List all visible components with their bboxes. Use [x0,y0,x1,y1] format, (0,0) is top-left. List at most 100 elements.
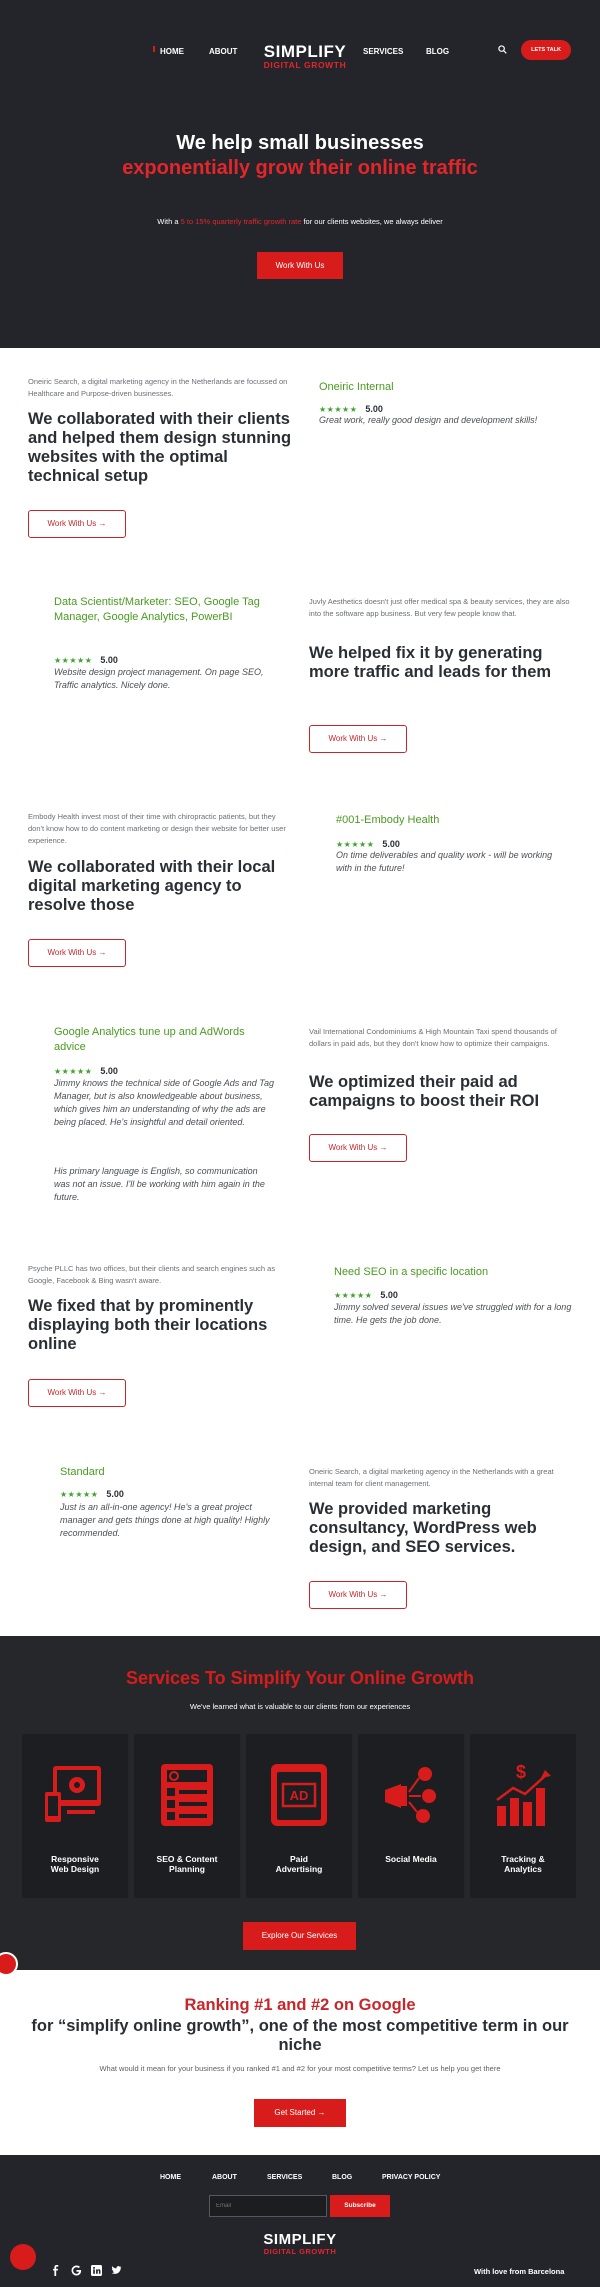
search-icon[interactable] [498,45,507,54]
service-label-line2: Planning [169,1864,205,1874]
footer-link-privacy[interactable]: PRIVACY POLICY [382,2174,440,2181]
review-title: Standard [60,1466,105,1478]
service-card-web-design[interactable]: Responsive Web Design [22,1734,128,1898]
footer-link-home[interactable]: HOME [160,2174,181,2181]
responsive-design-icon [45,1766,101,1822]
facebook-icon[interactable] [50,2265,61,2276]
explore-services-button[interactable]: Explore Our Services [243,1922,356,1950]
rating-score: 5.00 [100,1066,118,1076]
review-text: Website design project management. On pa… [54,667,264,690]
rating-score: 5.00 [100,655,118,665]
lets-talk-button[interactable]: LETS TALK [521,40,571,60]
star-icons: ★★★★★ [54,656,93,665]
subscribe-button[interactable]: Subscribe [330,2195,390,2217]
footer-brand-logo[interactable]: SIMPLIFY DIGITAL GROWTH [258,2232,342,2257]
brand-logo[interactable]: SIMPLIFY DIGITAL GROWTH [258,43,352,71]
linkedin-icon[interactable] [91,2265,102,2276]
footer-tagline: With love from Barcelona [474,2267,565,2276]
rating-score: 5.00 [380,1290,398,1300]
service-label-line1: SEO & Content [156,1854,218,1864]
hero-subtitle: With a 5 to 15% quarterly traffic growth… [80,217,520,226]
star-icons: ★★★★★ [319,405,358,414]
ad-icon-text: AD [290,1788,309,1803]
review-text: On time deliverables and quality work - … [336,850,553,873]
review-title: #001-Embody Health [336,814,440,826]
nav-home[interactable]: HOME [160,47,184,56]
footer-link-services[interactable]: SERVICES [267,2174,302,2181]
review-text: Jimmy knows the technical side of Google… [54,1078,274,1127]
accessibility-badge-icon[interactable] [0,1952,18,1976]
review-rating: ★★★★★ 5.00 [54,650,118,665]
service-card-social-media[interactable]: Social Media [358,1734,464,1898]
rating-score: 5.00 [382,839,400,849]
nav-about[interactable]: ABOUT [209,47,237,56]
case-headline: We provided marketing consultancy, WordP… [309,1500,537,1556]
work-with-us-button[interactable]: Work With Us → [28,1379,126,1407]
case-headline: We fixed that by prominently displaying … [28,1297,268,1353]
review-text: Just is an all-in-one agency! He's a gre… [60,1502,270,1538]
work-with-us-button[interactable]: Work With Us → [309,725,407,753]
work-with-us-button[interactable]: Work With Us → [28,939,126,967]
case-headline: We helped fix it by generating more traf… [309,644,552,681]
service-label-line2: Advertising [275,1864,323,1874]
case-intro: Vail International Condominiums & High M… [309,1027,557,1048]
nav-blog[interactable]: BLOG [426,47,449,56]
hero-section: HOME ABOUT SERVICES BLOG SIMPLIFY DIGITA… [0,0,600,348]
service-label-line1: Responsive [51,1854,99,1864]
review-title: Oneiric Internal [319,381,394,393]
active-indicator [153,46,155,52]
whatsapp-chat-icon[interactable] [10,2244,36,2270]
social-media-icon [385,1767,436,1823]
ranking-subtitle: for “simplify online growth”, one of the… [31,2017,569,2054]
review-rating: ★★★★★ 5.00 [336,834,400,849]
service-label-line1: Tracking & [501,1854,545,1864]
review-title: Data Scientist/Marketer: SEO, Google Tag… [54,596,260,623]
work-with-us-button[interactable]: Work With Us → [309,1581,407,1609]
services-title: Services To Simplify Your Online Growth [125,1668,475,1688]
service-label: Paid Advertising [250,1854,348,1874]
nav-services[interactable]: SERVICES [363,47,403,56]
hero-heading: We help small businesses [176,132,424,154]
work-with-us-button[interactable]: Work With Us → [28,510,126,538]
review-text: Great work, really good design and devel… [319,415,538,425]
service-label-line1: Social Media [385,1854,437,1864]
footer-link-blog[interactable]: BLOG [332,2174,352,2181]
service-label-line2: Web Design [50,1864,100,1874]
service-label: Tracking & Analytics [474,1854,572,1874]
star-icons: ★★★★★ [334,1291,373,1300]
services-section: Services To Simplify Your Online Growth … [0,1636,600,1970]
ranking-description: What would it mean for your business if … [99,2064,501,2073]
service-label: SEO & Content Planning [138,1854,236,1874]
review-rating: ★★★★★ 5.00 [54,1061,118,1076]
hero-heading-highlight: exponentially grow their online traffic [122,157,478,179]
get-started-button[interactable]: Get Started → [254,2099,346,2127]
review-rating: ★★★★★ 5.00 [60,1484,124,1499]
service-label: Responsive Web Design [26,1854,124,1874]
footer: HOME ABOUT SERVICES BLOG PRIVACY POLICY … [0,2155,600,2287]
star-icons: ★★★★★ [336,840,375,849]
review-rating: ★★★★★ 5.00 [334,1285,398,1300]
rating-score: 5.00 [365,404,383,414]
case-headline: We collaborated with their clients and h… [28,410,292,485]
footer-link-about[interactable]: ABOUT [212,2174,237,2181]
google-icon[interactable] [71,2265,82,2276]
ad-icon: AD [271,1764,327,1826]
service-card-seo[interactable]: SEO & Content Planning [134,1734,240,1898]
work-with-us-button[interactable]: Work With Us → [309,1134,407,1162]
twitter-icon[interactable] [111,2265,122,2276]
email-field[interactable] [209,2195,327,2217]
service-card-paid-advertising[interactable]: AD Paid Advertising [246,1734,352,1898]
service-label: Social Media [362,1854,460,1864]
rating-score: 5.00 [106,1489,124,1499]
service-label-line2: Analytics [504,1864,542,1874]
case-intro: Juvly Aesthetics doesn't just offer medi… [309,597,570,618]
case-intro: Oneiric Search, a digital marketing agen… [28,377,288,398]
star-icons: ★★★★★ [60,1490,99,1499]
hero-subtitle-pre: With a [157,217,181,226]
service-card-analytics[interactable]: $ Tracking & Analytics [470,1734,576,1898]
analytics-icon: $ [496,1762,551,1826]
ranking-title: Ranking #1 and #2 on Google [184,1996,416,2014]
hero-subtitle-highlight: 5 to 15% quarterly traffic growth rate [180,217,302,226]
case-intro: Oneiric Search, a digital marketing agen… [309,1467,554,1488]
hero-work-with-us-button[interactable]: Work With Us [257,252,343,279]
